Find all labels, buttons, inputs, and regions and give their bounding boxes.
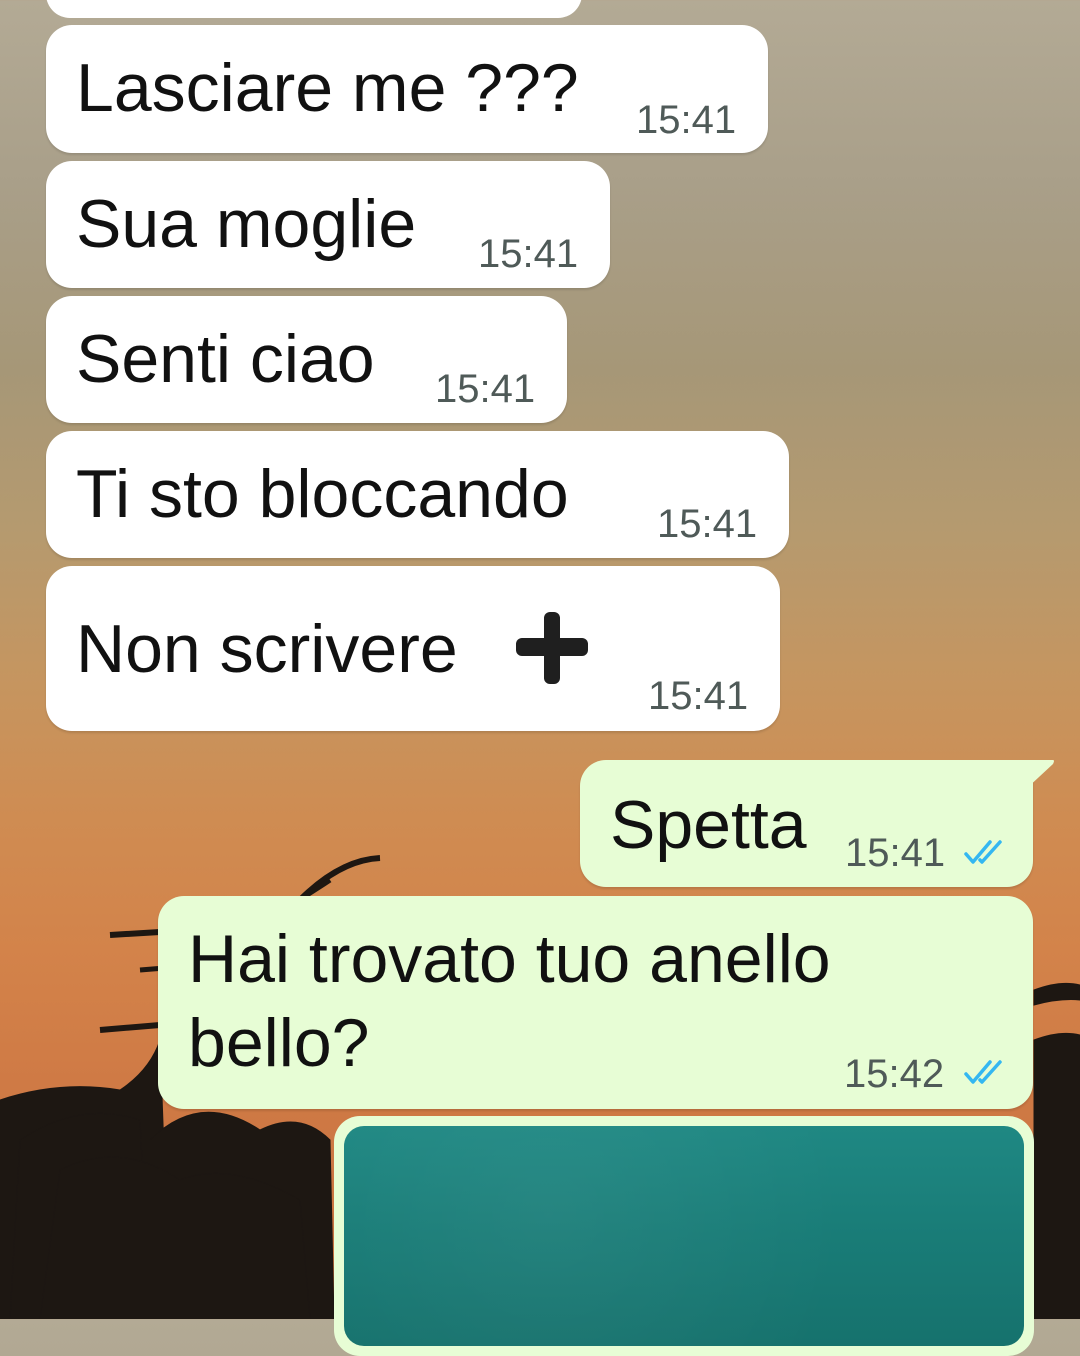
- read-receipt-icon: [964, 1060, 1002, 1084]
- message-time: 15:42: [844, 1052, 945, 1096]
- incoming-message-bubble[interactable]: Senti ciao 15:41: [46, 296, 567, 423]
- photo-preview-image[interactable]: [344, 1126, 1024, 1346]
- outgoing-photo-message[interactable]: [334, 1116, 1034, 1356]
- message-text: Non scrivere: [76, 611, 458, 687]
- message-time: 15:41: [435, 367, 536, 411]
- message-text: Sua moglie: [76, 186, 417, 262]
- heavy-plus-icon: [516, 612, 588, 684]
- message-time: 15:41: [648, 674, 749, 718]
- outgoing-message-bubble[interactable]: Spetta 15:41: [580, 760, 1054, 887]
- outgoing-message-bubble[interactable]: Hai trovato tuo anello bello? 15:42: [158, 896, 1033, 1109]
- incoming-message-bubble[interactable]: Lasciare me ??? 15:41: [46, 25, 768, 153]
- message-time: 15:41: [657, 502, 758, 546]
- message-text: Ti sto bloccando: [76, 456, 569, 532]
- message-time: 15:41: [636, 98, 737, 142]
- bubble-tail: [1025, 760, 1054, 790]
- read-receipt-icon: [964, 840, 1002, 864]
- message-time: 15:41: [845, 831, 946, 875]
- incoming-message-bubble[interactable]: Sua moglie 15:41: [46, 161, 610, 288]
- message-text: Senti ciao: [76, 321, 375, 397]
- message-text: Lasciare me ???: [76, 50, 579, 126]
- message-time: 15:41: [478, 232, 579, 276]
- incoming-message-bubble[interactable]: Ti sto bloccando 15:41: [46, 431, 789, 558]
- message-text-line-2: bello?: [188, 1005, 370, 1081]
- previous-message-bubble-edge: [46, 0, 582, 18]
- incoming-message-bubble[interactable]: Non scrivere 15:41: [46, 566, 780, 731]
- message-text: Spetta: [610, 787, 807, 863]
- message-text-line-1: Hai trovato tuo anello: [188, 921, 831, 997]
